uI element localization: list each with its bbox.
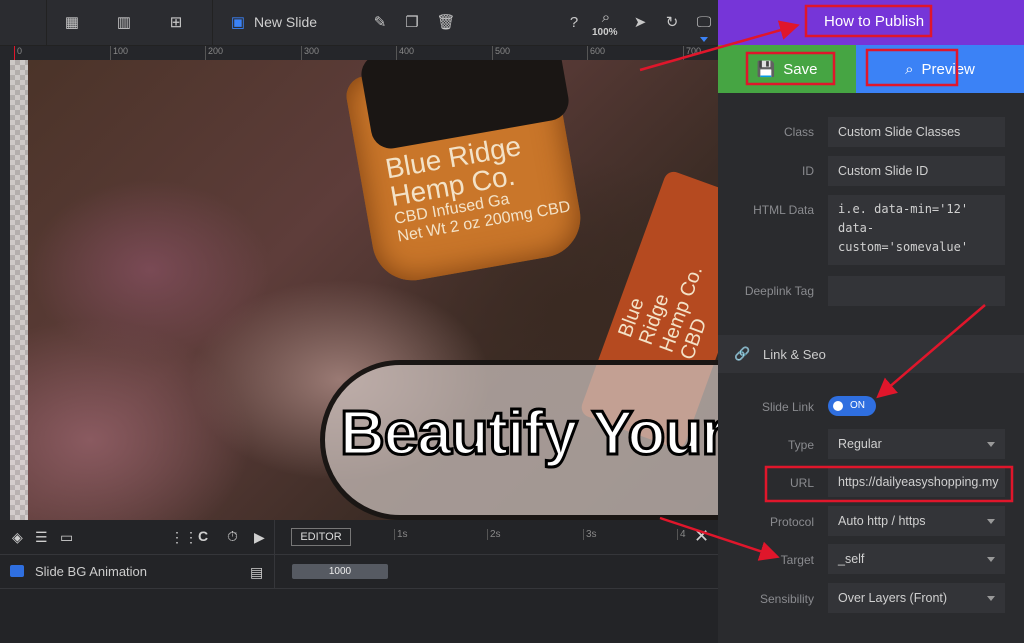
delete-icon[interactable]: 🗑: [436, 13, 456, 33]
help-icon[interactable]: ?: [564, 13, 584, 33]
url-label: URL: [789, 476, 814, 490]
time-tick: 2s: [487, 529, 501, 540]
link-icon: 🔗: [734, 346, 751, 361]
slide-name[interactable]: New Slide: [254, 14, 317, 30]
slides-icon[interactable]: ▥: [114, 13, 134, 33]
html-data-label: HTML Data: [753, 203, 814, 217]
ruler-tick: 400: [396, 46, 414, 60]
duration-bar[interactable]: 1000: [292, 564, 388, 579]
top-toolbar: ▦ ▥ ⊞ ▣ New Slide ✎ ❐ 🗑 ? ⌕ 100% ➤ ↻ 🖵: [0, 0, 718, 46]
timeline-panel: ◈ ☰ ▭ ⋮⋮ C ⏱ ▶ EDITOR 1s 2s 3s 4 ✕ Slide…: [0, 520, 718, 643]
slide-link-toggle[interactable]: ON: [828, 396, 876, 416]
id-label: ID: [802, 164, 814, 178]
horizontal-ruler: 0 100 200 300 400 500 600 700: [0, 46, 718, 60]
preview-button[interactable]: ⌕ Preview: [856, 45, 1024, 93]
html-data-textarea[interactable]: i.e. data-min='12' data-custom='somevalu…: [828, 195, 1005, 265]
edit-icon[interactable]: ✎: [370, 13, 390, 33]
search-icon: ⌕: [905, 60, 914, 78]
deeplink-label: Deeplink Tag: [744, 284, 814, 298]
transparent-strip: [10, 60, 28, 520]
timeline-row[interactable]: Slide BG Animation ▤ 1000: [0, 555, 718, 589]
grid-icon[interactable]: ▦: [62, 13, 82, 33]
close-icon[interactable]: ✕: [694, 526, 709, 547]
deeplink-input[interactable]: [828, 276, 1005, 306]
zoom-level[interactable]: 100%: [592, 27, 618, 38]
ruler-tick: 100: [110, 46, 128, 60]
protocol-select[interactable]: Auto http / https: [828, 506, 1005, 536]
how-to-publish-button[interactable]: How to Publish: [824, 13, 924, 30]
type-label: Type: [787, 438, 814, 452]
stopwatch-icon[interactable]: ⏱: [227, 528, 238, 545]
image-icon: [10, 565, 24, 577]
save-button[interactable]: 💾 Save: [718, 45, 856, 93]
sensibility-select[interactable]: Over Layers (Front): [828, 583, 1005, 613]
ruler-tick: 300: [301, 46, 319, 60]
target-select[interactable]: _self: [828, 544, 1005, 574]
slide-link-label: Slide Link: [761, 400, 814, 414]
time-tick: 4: [677, 529, 686, 540]
ruler-tick: 200: [205, 46, 223, 60]
ruler-tick: 500: [492, 46, 510, 60]
headline-text[interactable]: Beautify Yours: [339, 398, 718, 470]
link-seo-section[interactable]: 🔗 Link & Seo: [718, 335, 1024, 373]
magnet-icon[interactable]: C: [198, 528, 208, 544]
gallery-icon[interactable]: ▤: [250, 564, 263, 581]
time-tick: 1s: [394, 529, 408, 540]
layer-name: Slide BG Animation: [35, 564, 148, 579]
ruler-tick: 700: [683, 46, 701, 60]
id-input[interactable]: Custom Slide ID: [828, 156, 1005, 186]
target-label: Target: [780, 553, 814, 567]
slide-canvas[interactable]: Blue Ridge Hemp Co. CBD Infused Ga Net Wt …: [10, 60, 718, 520]
zoom-icon[interactable]: ⌕: [596, 8, 616, 28]
undo-icon[interactable]: ↻: [662, 13, 682, 33]
desktop-icon[interactable]: 🖵: [694, 13, 714, 33]
class-label: Class: [783, 125, 814, 139]
ruler-tick: 600: [587, 46, 605, 60]
cursor-icon[interactable]: ➤: [630, 13, 650, 33]
layers-icon[interactable]: ◈: [12, 529, 23, 546]
add-slide-icon[interactable]: ⊞: [166, 13, 186, 33]
class-input[interactable]: Custom Slide Classes: [828, 117, 1005, 147]
slide-icon: ▣: [230, 14, 246, 31]
ruler-tick: 0: [14, 46, 22, 60]
publish-bar: How to Publish: [718, 0, 1024, 45]
url-input[interactable]: https://dailyeasyshopping.my: [828, 467, 1005, 497]
vertical-ruler: [0, 60, 10, 520]
play-icon[interactable]: ▶: [254, 529, 265, 546]
duplicate-icon[interactable]: ❐: [402, 13, 422, 33]
time-tick: 3s: [583, 529, 597, 540]
section-title: Link & Seo: [763, 347, 826, 362]
device-caret-icon: [700, 37, 708, 46]
type-select[interactable]: Regular: [828, 429, 1005, 459]
guides-icon[interactable]: ⋮⋮: [170, 529, 198, 546]
save-icon: 💾: [756, 61, 776, 78]
sensibility-label: Sensibility: [759, 592, 814, 606]
protocol-label: Protocol: [769, 515, 814, 529]
folder-icon[interactable]: ▭: [60, 529, 73, 546]
editor-button[interactable]: EDITOR: [291, 528, 351, 546]
list-icon[interactable]: ☰: [35, 529, 48, 546]
